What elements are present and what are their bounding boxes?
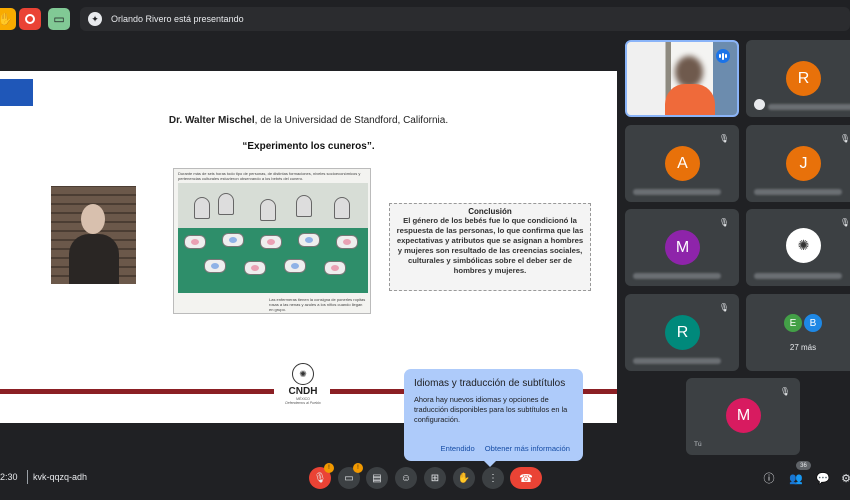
slide-subtitle: “Experimento los cuneros”.: [242, 141, 375, 152]
self-video-tile[interactable]: [625, 40, 739, 117]
participant-avatar: R: [665, 315, 700, 350]
tooltip-title: Idiomas y traducción de subtítulos: [414, 378, 566, 389]
mic-off-icon: 🎙: [718, 134, 729, 143]
participant-tile[interactable]: 🎙 ✺: [746, 209, 850, 286]
comic-caption-bottom: Las enfermeras tienen la consigna de pon…: [269, 297, 366, 312]
mic-off-icon: 🎙: [313, 472, 327, 484]
emoji-icon: ☺: [400, 472, 412, 484]
mic-off-icon: 🎙: [718, 303, 729, 312]
more-vert-icon: ⋮: [488, 472, 498, 484]
mic-off-icon: 🎙: [779, 387, 790, 396]
participant-tile[interactable]: 🎙 R: [625, 294, 739, 371]
meeting-time: 2:30: [0, 472, 18, 482]
activities-button[interactable]: ⚙: [838, 470, 850, 486]
cndh-emblem-icon: ✺: [292, 363, 314, 385]
present-icon: ⊞: [430, 472, 440, 484]
captions-icon: ▤: [372, 472, 382, 484]
recording-icon[interactable]: [19, 8, 41, 30]
more-participants-label: 27 más: [789, 343, 817, 352]
top-bar: ✋ ▭ ✦ Orlando Rivero está presentando: [0, 0, 850, 38]
more-participants-tile[interactable]: E B 27 más: [746, 294, 850, 371]
participant-tile[interactable]: 🎙 J: [746, 125, 850, 202]
cndh-logo-tagline: Defendemos al Pueblo: [285, 401, 321, 405]
slide-title: Dr. Walter Mischel, de la Universidad de…: [0, 115, 617, 126]
cndh-avatar-icon: ✺: [786, 228, 821, 263]
participant-name: [768, 104, 850, 110]
participant-name: [633, 358, 721, 364]
people-count-badge: 36: [796, 461, 811, 470]
participant-avatar: M: [665, 230, 700, 265]
info-icon: ⓘ: [763, 473, 775, 485]
leave-call-button[interactable]: ☎: [510, 467, 542, 489]
slide-title-name: Dr. Walter Mischel: [168, 115, 255, 126]
participant-name: [754, 189, 842, 195]
comic-illustration: Durante más de seis horas todo tipo de p…: [173, 168, 371, 314]
emoji-button[interactable]: ☺: [395, 467, 417, 489]
comic-caption-top: Durante más de seis horas todo tipo de p…: [178, 171, 361, 181]
conclusion-body: El género de los bebés fue lo que condic…: [396, 216, 584, 275]
meeting-info-button[interactable]: ⓘ: [761, 470, 777, 486]
camera-warning-badge: !: [353, 463, 363, 473]
tooltip-body: Ahora hay nuevos idiomas y opciones de t…: [414, 395, 568, 424]
conclusion-title: Conclusión: [468, 207, 512, 216]
cndh-logo-text: CNDH: [288, 386, 318, 397]
footer-divider-left: [0, 389, 274, 394]
presenting-banner: ✦ Orlando Rivero está presentando: [80, 7, 850, 31]
tooltip-learn-more-button[interactable]: Obtener más información: [485, 444, 570, 453]
people-button[interactable]: 👥: [788, 470, 804, 486]
mic-toggle-button[interactable]: 🎙 !: [309, 463, 334, 489]
participant-avatar: R: [786, 61, 821, 96]
chat-icon: 💬: [816, 472, 830, 485]
presenter-avatar-icon: ✦: [88, 12, 102, 26]
speaking-indicator-icon: [716, 49, 730, 63]
activities-icon: ⚙: [841, 472, 850, 485]
mic-off-icon: 🎙: [839, 218, 850, 227]
mini-avatar: B: [802, 312, 824, 334]
bottom-separator: [27, 470, 28, 484]
self-avatar: M: [726, 398, 761, 433]
chat-button[interactable]: 💬: [815, 470, 831, 486]
presenting-text: Orlando Rivero está presentando: [111, 14, 244, 24]
captions-tooltip: Idiomas y traducción de subtítulos Ahora…: [404, 369, 583, 467]
present-button[interactable]: ⊞: [424, 467, 446, 489]
participant-tile[interactable]: 🎙 A: [625, 125, 739, 202]
raise-hand-button[interactable]: ✋: [453, 467, 475, 489]
participant-name: [633, 189, 721, 195]
mic-off-icon: 🎙: [718, 218, 729, 227]
captions-button[interactable]: ▤: [366, 467, 388, 489]
mic-warning-badge: !: [324, 463, 334, 473]
raise-hand-icon: ✋: [457, 472, 471, 484]
camera-toggle-button[interactable]: ▭ !: [338, 463, 363, 489]
screen-share-indicator-icon[interactable]: ▭: [48, 8, 70, 30]
bottom-bar: 2:30 kvk-qqzq-adh 🎙 ! ▭ ! ▤ ☺ ⊞ ✋ ⋮ ☎ ⓘ …: [0, 458, 850, 500]
camera-off-icon: ▭: [344, 472, 354, 484]
hand-raise-indicator-icon[interactable]: ✋: [0, 8, 16, 30]
portrait-photo: [51, 186, 136, 284]
tooltip-dismiss-button[interactable]: Entendido: [441, 444, 475, 453]
participant-name: [754, 273, 842, 279]
participant-name: [633, 273, 721, 279]
meeting-code: kvk-qqzq-adh: [33, 472, 88, 482]
participant-pin-icon[interactable]: [754, 99, 765, 110]
participant-tile[interactable]: 🎙 M: [625, 209, 739, 286]
participant-tile[interactable]: R: [746, 40, 850, 117]
slide-accent-bar: [0, 79, 33, 106]
self-tile[interactable]: 🎙 M Tú: [686, 378, 800, 455]
more-options-button[interactable]: ⋮: [482, 467, 504, 489]
slide-title-rest: , de la Universidad de Standford, Califo…: [254, 115, 449, 126]
people-icon: 👥: [789, 472, 803, 485]
mini-avatar: E: [782, 312, 804, 334]
participant-avatar: J: [786, 146, 821, 181]
conclusion-box: Conclusión El género de los bebés fue lo…: [389, 203, 591, 291]
participant-avatar: A: [665, 146, 700, 181]
mic-off-icon: 🎙: [839, 134, 850, 143]
cndh-logo: ✺ CNDH MÉXICO Defendemos al Pueblo: [278, 363, 328, 405]
phone-hangup-icon: ☎: [519, 472, 533, 485]
self-name: Tú: [694, 441, 702, 448]
